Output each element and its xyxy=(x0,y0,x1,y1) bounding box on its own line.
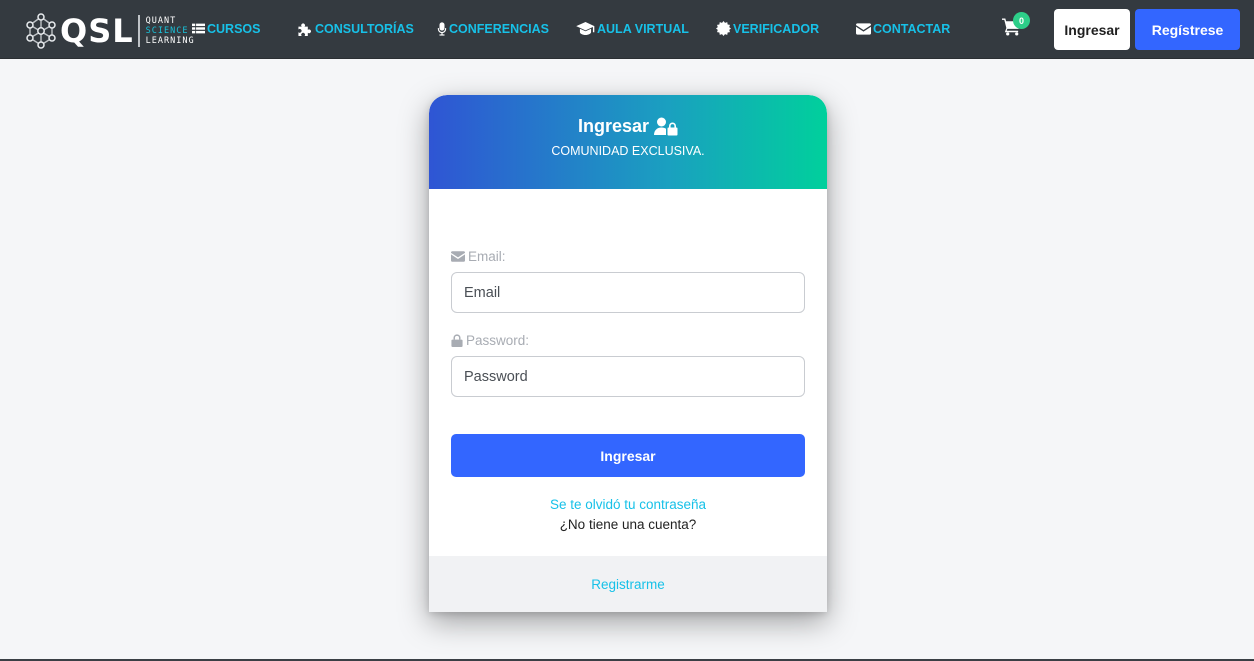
envelope-icon xyxy=(451,251,465,262)
login-card: Ingresar COMUNIDAD EXCLUSIVA. Email: Pas… xyxy=(429,95,827,612)
submit-login-button[interactable]: Ingresar xyxy=(451,434,805,477)
nav-item-cursos[interactable]: CURSOS xyxy=(192,0,260,57)
nav-item-label: CONSULTORÍAS xyxy=(315,21,414,36)
microphone-icon xyxy=(437,21,447,36)
email-field[interactable] xyxy=(451,272,805,313)
forgot-password-link[interactable]: Se te olvidó tu contraseña xyxy=(429,497,827,512)
brand-name: QSL xyxy=(60,12,134,50)
grid-icon xyxy=(192,23,205,34)
lock-icon xyxy=(451,334,463,347)
puzzle-icon xyxy=(298,23,311,36)
top-navbar: QSL QUANT SCIENCE LEARNING CURSOS CONSUL… xyxy=(0,0,1254,59)
login-title: Ingresar xyxy=(429,116,827,137)
nav-item-label: CONFERENCIAS xyxy=(449,21,550,36)
brand-tagline-line1: QUANT xyxy=(145,16,177,26)
nav-item-verificador[interactable]: VERIFICADOR xyxy=(716,0,819,57)
nav-item-label: CONTACTAR xyxy=(873,21,951,36)
login-subtitle: COMUNIDAD EXCLUSIVA. xyxy=(551,144,705,158)
password-label: Password: xyxy=(451,333,529,348)
nav-item-label: VERIFICADOR xyxy=(733,21,820,36)
password-field[interactable] xyxy=(451,356,805,397)
brand-divider xyxy=(137,15,140,47)
nav-item-conferencias[interactable]: CONFERENCIAS xyxy=(437,0,549,57)
register-button[interactable]: Regístrese xyxy=(1135,9,1240,50)
login-card-footer: Registrarme xyxy=(429,556,827,612)
login-card-header: Ingresar COMUNIDAD EXCLUSIVA. xyxy=(429,95,827,189)
brand-tagline: QUANT SCIENCE LEARNING xyxy=(146,16,195,46)
brand-logo[interactable]: QSL QUANT SCIENCE LEARNING xyxy=(24,13,195,49)
cart-count-badge: 0 xyxy=(1013,12,1030,29)
graduation-cap-icon xyxy=(576,22,595,35)
password-label-text: Password: xyxy=(466,333,530,348)
shopping-cart-button[interactable]: 0 xyxy=(1002,12,1030,38)
login-title-text: Ingresar xyxy=(577,116,650,136)
molecule-logo-icon xyxy=(26,13,56,49)
nav-item-aula-virtual[interactable]: AULA VIRTUAL xyxy=(576,0,689,57)
envelope-icon xyxy=(856,22,871,35)
nav-item-contactar[interactable]: CONTACTAR xyxy=(856,0,950,57)
register-link[interactable]: Registrarme xyxy=(591,577,665,592)
nav-item-consultorias[interactable]: CONSULTORÍAS xyxy=(297,0,414,57)
email-label: Email: xyxy=(451,249,506,264)
user-lock-icon xyxy=(654,117,678,136)
brand-tagline-line2: SCIENCE xyxy=(145,26,189,36)
certificate-icon xyxy=(716,21,731,36)
nav-item-label: CURSOS xyxy=(207,21,261,36)
email-label-text: Email: xyxy=(468,249,506,264)
no-account-text: ¿No tiene una cuenta? xyxy=(559,517,697,532)
login-button[interactable]: Ingresar xyxy=(1054,9,1130,50)
nav-item-label: AULA VIRTUAL xyxy=(597,21,689,36)
brand-tagline-line3: LEARNING xyxy=(145,36,195,46)
